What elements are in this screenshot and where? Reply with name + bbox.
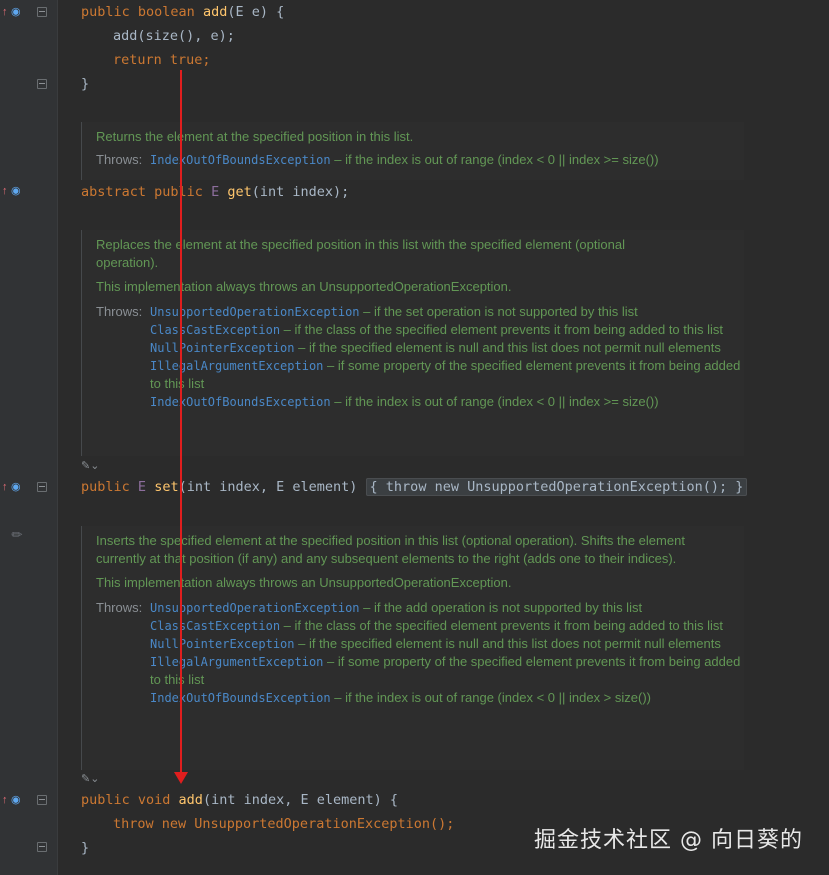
folded-body[interactable]: { throw new UnsupportedOperationExceptio… (365, 478, 748, 496)
throws-text: – if the set operation is not supported … (359, 304, 638, 319)
throws-text: – if the index is out of range (index < … (330, 152, 659, 167)
doc-throws: Throws: IndexOutOfBoundsException – if t… (96, 151, 744, 169)
exception-link[interactable]: IndexOutOfBoundsException (150, 691, 331, 705)
throws-item: NullPointerException – if the specified … (150, 339, 744, 357)
throws-item: ClassCastException – if the class of the… (150, 321, 744, 339)
doc-throws: Throws: UnsupportedOperationException – … (96, 303, 744, 411)
return-type: E (211, 184, 220, 200)
implements-icon[interactable]: ◉ (11, 480, 21, 494)
fold-icon[interactable] (37, 482, 47, 492)
method-signature-get[interactable]: abstract public E get(int index); (81, 183, 349, 201)
closing-brace[interactable]: } (81, 75, 89, 93)
method-signature-add-bool[interactable]: public boolean add(E e) { (81, 3, 284, 21)
method-name: get (227, 184, 252, 200)
annotation-arrow-line (180, 70, 182, 775)
doc-description: Inserts the specified element at the spe… (96, 533, 685, 566)
watermark: 掘金技术社区 @ 向日葵的 (534, 828, 803, 853)
doc-render-toggle-icon[interactable]: ✎⌄ (81, 772, 99, 785)
params: (E e) { (227, 4, 285, 20)
editor-gutter (0, 0, 58, 875)
code-line-add-call[interactable]: add(size(), e); (113, 27, 235, 45)
gutter-separator (57, 0, 58, 875)
method-name: add (202, 4, 228, 20)
method-signature-add-void[interactable]: public void add(int index, E element) { (81, 791, 398, 809)
throws-text: – if the specified element is null and t… (294, 340, 721, 355)
override-icon[interactable]: ↑ (2, 793, 8, 807)
modifiers: public (81, 479, 130, 495)
fold-icon[interactable] (37, 79, 47, 89)
code-line-throw[interactable]: throw new UnsupportedOperationException(… (113, 815, 454, 833)
throws-item: UnsupportedOperationException – if the a… (150, 599, 744, 617)
override-icon[interactable]: ↑ (2, 480, 8, 494)
closing-brace[interactable]: } (81, 839, 89, 857)
exception-link[interactable]: ClassCastException (150, 619, 280, 633)
params: (int index); (251, 184, 350, 200)
throws-item: IndexOutOfBoundsException – if the index… (150, 151, 744, 169)
doc-throws: Throws: UnsupportedOperationException – … (96, 599, 744, 707)
override-icon[interactable]: ↑ (2, 5, 8, 19)
params: (int index, E element) (178, 479, 358, 495)
code-line-return[interactable]: return true; (113, 51, 211, 69)
exception-link[interactable]: NullPointerException (150, 341, 295, 355)
modifiers: abstract public (81, 184, 203, 200)
throws-text: – if the specified element is null and t… (294, 636, 721, 651)
throws-text: – if the index is out of range (index < … (330, 394, 659, 409)
throws-item: IndexOutOfBoundsException – if the index… (150, 689, 744, 707)
throws-text: – if the class of the specified element … (280, 322, 724, 337)
params: (int index, E element) { (202, 792, 399, 808)
exception-link[interactable]: IndexOutOfBoundsException (150, 153, 331, 167)
method-name: add (178, 792, 203, 808)
doc-description: Replaces the element at the specified po… (96, 237, 625, 270)
exception-link[interactable]: IllegalArgumentException (150, 359, 323, 373)
override-icon[interactable]: ↑ (2, 184, 8, 198)
implements-icon[interactable]: ◉ (11, 5, 21, 19)
exception-link[interactable]: IllegalArgumentException (150, 655, 323, 669)
throws-text: – if the add operation is not supported … (359, 600, 643, 615)
implements-icon[interactable]: ◉ (11, 793, 21, 807)
implements-icon[interactable]: ◉ (11, 184, 21, 198)
throws-label: Throws: (96, 600, 143, 615)
doc-render-toggle-icon[interactable]: ✎⌄ (81, 459, 99, 472)
exception-link[interactable]: IndexOutOfBoundsException (150, 395, 331, 409)
fold-icon[interactable] (37, 7, 47, 17)
exception-link[interactable]: ClassCastException (150, 323, 280, 337)
throws-label: Throws: (96, 304, 143, 319)
fold-icon[interactable] (37, 842, 47, 852)
doc-impl-note: This implementation always throws an Uns… (96, 279, 512, 294)
return-type: E (137, 479, 147, 495)
throws-text: – if the class of the specified element … (280, 618, 724, 633)
return-value: true; (169, 52, 211, 68)
fold-icon[interactable] (37, 795, 47, 805)
modifiers: public void (81, 792, 171, 808)
throws-item: IllegalArgumentException – if some prope… (150, 653, 744, 689)
throws-label: Throws: (96, 152, 143, 167)
throws-item: IndexOutOfBoundsException – if the index… (150, 393, 744, 411)
doc-description: Returns the element at the specified pos… (96, 129, 414, 144)
throws-item: IllegalArgumentException – if some prope… (150, 357, 744, 393)
throws-item: ClassCastException – if the class of the… (150, 617, 744, 635)
annotation-arrow-head (174, 772, 188, 784)
exception-link[interactable]: NullPointerException (150, 637, 295, 651)
throws-text: – if the index is out of range (index < … (330, 690, 651, 705)
method-name: set (154, 479, 179, 495)
throws-item: UnsupportedOperationException – if the s… (150, 303, 744, 321)
doc-impl-note: This implementation always throws an Uns… (96, 575, 512, 590)
modifiers: public boolean (81, 4, 195, 20)
return-keyword: return (113, 52, 162, 68)
throws-item: NullPointerException – if the specified … (150, 635, 744, 653)
